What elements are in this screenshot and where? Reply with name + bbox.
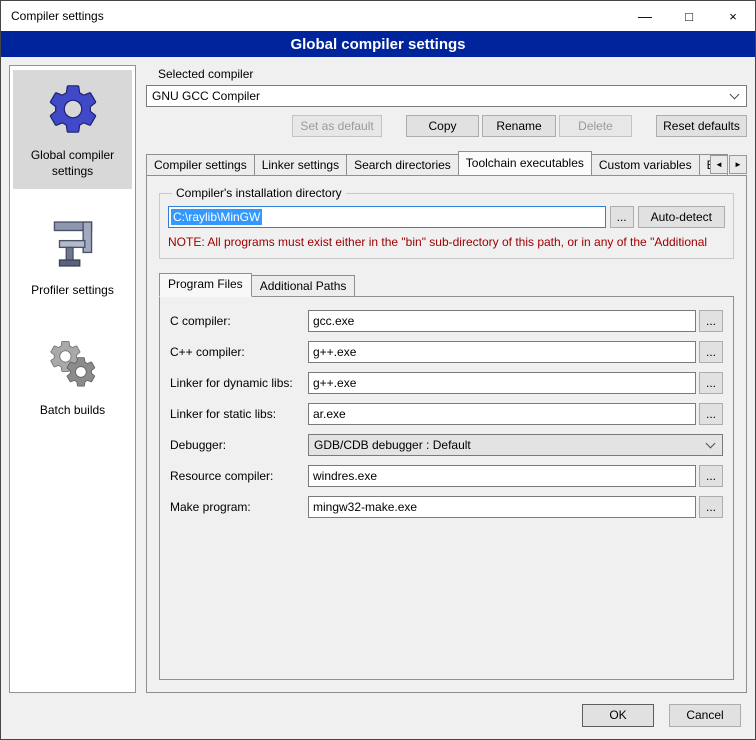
sidebar-item-profiler-settings[interactable]: Profiler settings [13, 205, 132, 309]
install-dir-browse-button[interactable]: ... [610, 206, 634, 228]
rename-button[interactable]: Rename [482, 115, 556, 137]
tab-scroll-right-button[interactable]: ► [729, 155, 747, 174]
tab-linker-settings[interactable]: Linker settings [254, 154, 347, 175]
dialog-body: Global compiler settings Profiler settin… [1, 57, 755, 699]
installation-directory-row: C:\raylib\MinGW ... Auto-detect [168, 206, 725, 228]
page-title: Global compiler settings [1, 31, 755, 57]
ok-button[interactable]: OK [582, 704, 654, 727]
dynamic-linker-browse-button[interactable]: ... [699, 372, 723, 394]
debugger-label: Debugger: [170, 438, 308, 452]
settings-tabbar: Compiler settings Linker settings Search… [146, 151, 747, 175]
chevron-down-icon [730, 90, 740, 100]
cancel-button[interactable]: Cancel [669, 704, 741, 727]
autodetect-button[interactable]: Auto-detect [638, 206, 725, 228]
make-program-input[interactable] [308, 496, 696, 518]
maximize-button[interactable]: □ [667, 1, 711, 31]
c-compiler-label: C compiler: [170, 314, 308, 328]
selected-compiler-label: Selected compiler [158, 67, 747, 81]
copy-button[interactable]: Copy [406, 115, 479, 137]
resource-compiler-browse-button[interactable]: ... [699, 465, 723, 487]
resource-compiler-label: Resource compiler: [170, 469, 308, 483]
dynamic-linker-input[interactable] [308, 372, 696, 394]
make-program-label: Make program: [170, 500, 308, 514]
close-button[interactable]: × [711, 1, 755, 31]
toolchain-executables-panel: Compiler's installation directory C:\ray… [146, 175, 747, 693]
compiler-select-value: GNU GCC Compiler [152, 89, 260, 103]
sidebar-item-label: Global compiler settings [15, 148, 130, 179]
delete-button: Delete [559, 115, 632, 137]
c-compiler-input[interactable] [308, 310, 696, 332]
compiler-settings-window: Compiler settings — □ × Global compiler … [0, 0, 756, 740]
sidebar-item-global-compiler-settings[interactable]: Global compiler settings [13, 70, 132, 189]
c-compiler-browse-button[interactable]: ... [699, 310, 723, 332]
resource-compiler-row: Resource compiler: ... [170, 465, 723, 487]
debugger-row: Debugger: GDB/CDB debugger : Default [170, 434, 723, 456]
tab-toolchain-executables[interactable]: Toolchain executables [458, 151, 592, 175]
dialog-footer: OK Cancel [1, 699, 755, 739]
set-as-default-button: Set as default [292, 115, 382, 137]
cpp-compiler-input[interactable] [308, 341, 696, 363]
tab-scroll-left-button[interactable]: ◄ [710, 155, 728, 174]
debugger-select-value: GDB/CDB debugger : Default [314, 438, 471, 452]
subtab-program-files[interactable]: Program Files [159, 273, 252, 297]
installation-directory-legend: Compiler's installation directory [172, 186, 346, 200]
c-compiler-row: C compiler: ... [170, 310, 723, 332]
dynamic-linker-row: Linker for dynamic libs: ... [170, 372, 723, 394]
tab-search-directories[interactable]: Search directories [346, 154, 459, 175]
resource-compiler-input[interactable] [308, 465, 696, 487]
sidebar-item-batch-builds[interactable]: Batch builds [13, 325, 132, 429]
profiler-icon [46, 213, 100, 275]
settings-category-list: Global compiler settings Profiler settin… [9, 65, 136, 693]
static-linker-input[interactable] [308, 403, 696, 425]
cpp-compiler-label: C++ compiler: [170, 345, 308, 359]
static-linker-label: Linker for static libs: [170, 407, 308, 421]
chevron-down-icon [706, 439, 716, 449]
compiler-select[interactable]: GNU GCC Compiler [146, 85, 747, 107]
tab-custom-variables[interactable]: Custom variables [591, 154, 700, 175]
dynamic-linker-label: Linker for dynamic libs: [170, 376, 308, 390]
title-bar: Compiler settings — □ × [1, 1, 755, 31]
sidebar-item-label: Profiler settings [31, 283, 114, 299]
cpp-compiler-browse-button[interactable]: ... [699, 341, 723, 363]
window-controls: — □ × [623, 1, 755, 31]
batch-builds-icon [44, 333, 102, 395]
make-program-browse-button[interactable]: ... [699, 496, 723, 518]
make-program-row: Make program: ... [170, 496, 723, 518]
cpp-compiler-row: C++ compiler: ... [170, 341, 723, 363]
program-files-subtabbar: Program Files Additional Paths [159, 273, 734, 296]
main-panel: Selected compiler GNU GCC Compiler Set a… [146, 65, 747, 693]
tab-scroll-arrows: ◄ ► [709, 155, 747, 174]
minimize-button[interactable]: — [623, 1, 667, 31]
compiler-actions: Set as default Copy Rename Delete Reset … [146, 115, 747, 137]
static-linker-browse-button[interactable]: ... [699, 403, 723, 425]
install-dir-selected-text: C:\raylib\MinGW [171, 209, 262, 225]
bin-subdirectory-note: NOTE: All programs must exist either in … [168, 235, 725, 249]
gear-icon [44, 78, 102, 140]
debugger-select[interactable]: GDB/CDB debugger : Default [308, 434, 723, 456]
program-files-panel: C compiler: ... C++ compiler: ... Linker… [159, 296, 734, 680]
sidebar-item-label: Batch builds [40, 403, 105, 419]
window-title: Compiler settings [11, 9, 104, 23]
installation-directory-group: Compiler's installation directory C:\ray… [159, 186, 734, 259]
install-dir-input[interactable]: C:\raylib\MinGW [168, 206, 606, 228]
subtab-additional-paths[interactable]: Additional Paths [251, 275, 356, 296]
reset-defaults-button[interactable]: Reset defaults [656, 115, 747, 137]
tab-compiler-settings[interactable]: Compiler settings [146, 154, 255, 175]
static-linker-row: Linker for static libs: ... [170, 403, 723, 425]
